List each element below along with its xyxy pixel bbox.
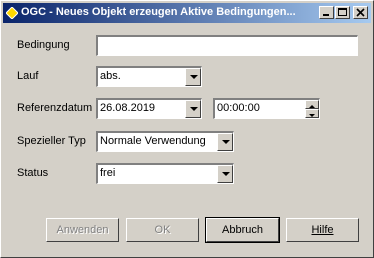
dialog-window: OGC - Neues Objekt erzeugen Aktive Bedin… xyxy=(0,0,374,258)
referenzdatum-label: Referenzdatum xyxy=(17,102,93,114)
app-icon xyxy=(6,7,18,19)
status-label: Status xyxy=(17,167,49,179)
chevron-down-icon[interactable] xyxy=(185,68,201,86)
close-icon xyxy=(356,8,365,17)
minimize-icon xyxy=(323,14,329,16)
status-value: frei xyxy=(100,167,116,179)
lauf-label: Lauf xyxy=(17,70,39,82)
arrow-down-icon xyxy=(309,114,315,117)
maximize-button[interactable] xyxy=(335,6,350,19)
typ-label: Spezieller Typ xyxy=(17,135,86,147)
typ-value: Normale Verwendung xyxy=(100,135,206,147)
chevron-down-icon[interactable] xyxy=(217,133,233,151)
window-title: OGC - Neues Objekt erzeugen Aktive Bedin… xyxy=(21,6,296,18)
close-button[interactable] xyxy=(353,6,368,19)
maximize-icon xyxy=(338,8,347,16)
lauf-value: abs. xyxy=(100,70,121,82)
date-picker[interactable]: 26.08.2019 xyxy=(96,98,202,119)
typ-select[interactable]: Normale Verwendung xyxy=(96,131,234,152)
chevron-down-icon[interactable] xyxy=(217,165,233,183)
date-value: 26.08.2019 xyxy=(100,102,156,114)
time-value: 00:00:00 xyxy=(217,102,260,114)
time-field[interactable]: 00:00:00 xyxy=(213,98,320,119)
spin-down-button[interactable] xyxy=(305,109,319,118)
spin-up-button[interactable] xyxy=(305,100,319,109)
bedingung-input[interactable] xyxy=(96,35,358,56)
title-bar[interactable]: OGC - Neues Objekt erzeugen Aktive Bedin… xyxy=(3,3,371,23)
bedingung-label: Bedingung xyxy=(17,39,70,51)
apply-button[interactable]: Anwenden xyxy=(46,218,119,242)
help-button[interactable]: Hilfe xyxy=(286,218,359,242)
cancel-button[interactable]: Abbruch xyxy=(205,217,280,243)
chevron-down-icon[interactable] xyxy=(185,100,201,118)
status-select[interactable]: frei xyxy=(96,163,234,184)
minimize-button[interactable] xyxy=(319,6,334,19)
lauf-select[interactable]: abs. xyxy=(96,66,202,87)
ok-button[interactable]: OK xyxy=(126,218,199,242)
